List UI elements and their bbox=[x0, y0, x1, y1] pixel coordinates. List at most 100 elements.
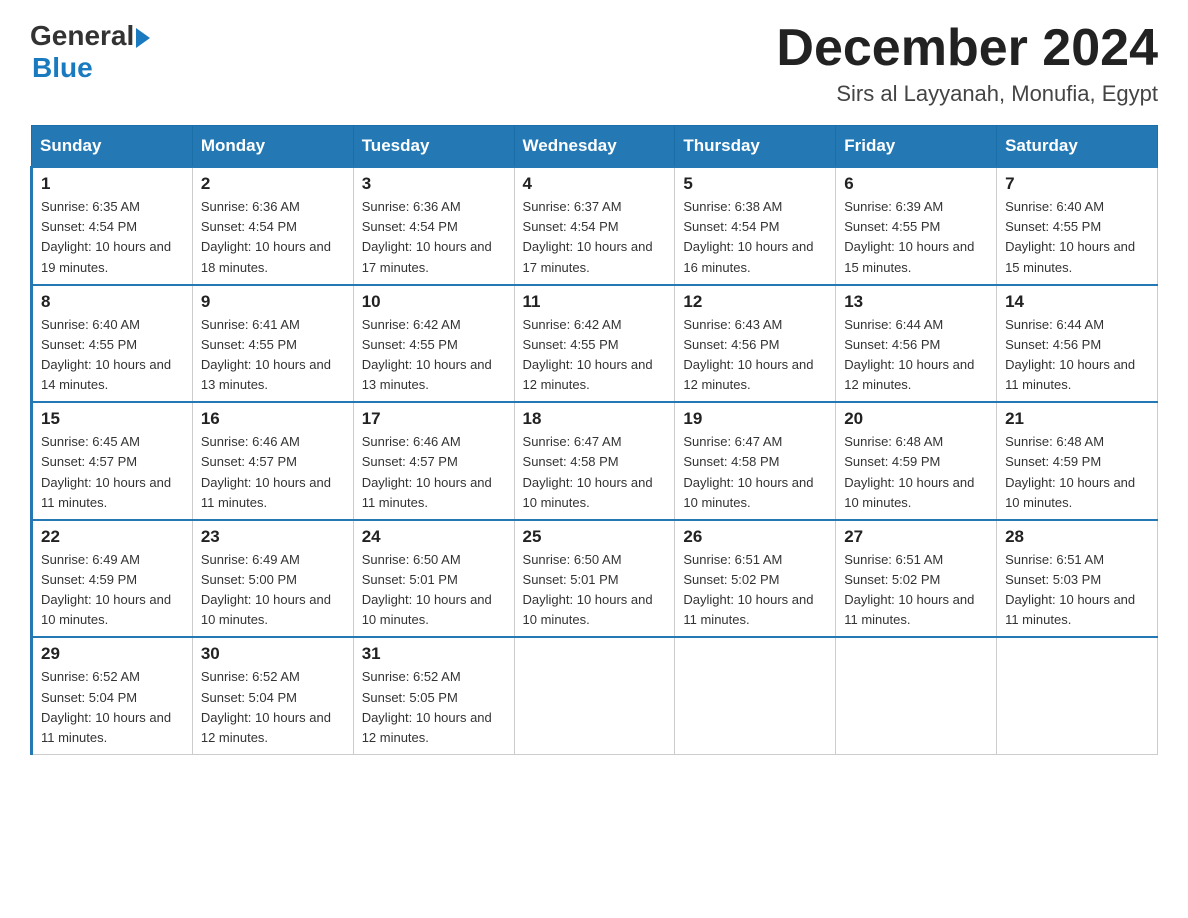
calendar-cell: 13 Sunrise: 6:44 AMSunset: 4:56 PMDaylig… bbox=[836, 285, 997, 403]
calendar-cell: 16 Sunrise: 6:46 AMSunset: 4:57 PMDaylig… bbox=[192, 402, 353, 520]
calendar-cell: 24 Sunrise: 6:50 AMSunset: 5:01 PMDaylig… bbox=[353, 520, 514, 638]
day-number: 28 bbox=[1005, 527, 1149, 547]
logo-general: General bbox=[30, 20, 134, 52]
day-number: 6 bbox=[844, 174, 988, 194]
calendar-cell: 10 Sunrise: 6:42 AMSunset: 4:55 PMDaylig… bbox=[353, 285, 514, 403]
calendar-cell: 31 Sunrise: 6:52 AMSunset: 5:05 PMDaylig… bbox=[353, 637, 514, 754]
calendar-cell: 11 Sunrise: 6:42 AMSunset: 4:55 PMDaylig… bbox=[514, 285, 675, 403]
day-number: 9 bbox=[201, 292, 345, 312]
day-info: Sunrise: 6:36 AMSunset: 4:54 PMDaylight:… bbox=[201, 199, 331, 274]
day-number: 8 bbox=[41, 292, 184, 312]
day-number: 5 bbox=[683, 174, 827, 194]
calendar-week-row: 1 Sunrise: 6:35 AMSunset: 4:54 PMDayligh… bbox=[32, 167, 1158, 285]
calendar-week-row: 8 Sunrise: 6:40 AMSunset: 4:55 PMDayligh… bbox=[32, 285, 1158, 403]
calendar-cell: 7 Sunrise: 6:40 AMSunset: 4:55 PMDayligh… bbox=[997, 167, 1158, 285]
day-info: Sunrise: 6:40 AMSunset: 4:55 PMDaylight:… bbox=[1005, 199, 1135, 274]
day-number: 1 bbox=[41, 174, 184, 194]
calendar-cell: 30 Sunrise: 6:52 AMSunset: 5:04 PMDaylig… bbox=[192, 637, 353, 754]
day-number: 17 bbox=[362, 409, 506, 429]
calendar-cell bbox=[675, 637, 836, 754]
calendar-week-row: 15 Sunrise: 6:45 AMSunset: 4:57 PMDaylig… bbox=[32, 402, 1158, 520]
day-number: 25 bbox=[523, 527, 667, 547]
day-number: 24 bbox=[362, 527, 506, 547]
column-header-monday: Monday bbox=[192, 126, 353, 168]
calendar-week-row: 29 Sunrise: 6:52 AMSunset: 5:04 PMDaylig… bbox=[32, 637, 1158, 754]
calendar-cell: 14 Sunrise: 6:44 AMSunset: 4:56 PMDaylig… bbox=[997, 285, 1158, 403]
calendar-cell: 17 Sunrise: 6:46 AMSunset: 4:57 PMDaylig… bbox=[353, 402, 514, 520]
day-number: 16 bbox=[201, 409, 345, 429]
day-number: 11 bbox=[523, 292, 667, 312]
day-info: Sunrise: 6:52 AMSunset: 5:04 PMDaylight:… bbox=[201, 669, 331, 744]
day-number: 7 bbox=[1005, 174, 1149, 194]
page-header: General Blue December 2024 Sirs al Layya… bbox=[30, 20, 1158, 107]
calendar-cell: 29 Sunrise: 6:52 AMSunset: 5:04 PMDaylig… bbox=[32, 637, 193, 754]
day-info: Sunrise: 6:50 AMSunset: 5:01 PMDaylight:… bbox=[523, 552, 653, 627]
calendar-cell: 21 Sunrise: 6:48 AMSunset: 4:59 PMDaylig… bbox=[997, 402, 1158, 520]
day-info: Sunrise: 6:44 AMSunset: 4:56 PMDaylight:… bbox=[1005, 317, 1135, 392]
day-number: 29 bbox=[41, 644, 184, 664]
day-info: Sunrise: 6:37 AMSunset: 4:54 PMDaylight:… bbox=[523, 199, 653, 274]
day-number: 19 bbox=[683, 409, 827, 429]
calendar-cell: 8 Sunrise: 6:40 AMSunset: 4:55 PMDayligh… bbox=[32, 285, 193, 403]
calendar-cell bbox=[836, 637, 997, 754]
calendar-cell: 26 Sunrise: 6:51 AMSunset: 5:02 PMDaylig… bbox=[675, 520, 836, 638]
calendar-week-row: 22 Sunrise: 6:49 AMSunset: 4:59 PMDaylig… bbox=[32, 520, 1158, 638]
column-header-sunday: Sunday bbox=[32, 126, 193, 168]
calendar-cell: 15 Sunrise: 6:45 AMSunset: 4:57 PMDaylig… bbox=[32, 402, 193, 520]
calendar-cell: 18 Sunrise: 6:47 AMSunset: 4:58 PMDaylig… bbox=[514, 402, 675, 520]
day-info: Sunrise: 6:50 AMSunset: 5:01 PMDaylight:… bbox=[362, 552, 492, 627]
day-number: 13 bbox=[844, 292, 988, 312]
calendar-cell: 5 Sunrise: 6:38 AMSunset: 4:54 PMDayligh… bbox=[675, 167, 836, 285]
calendar-cell: 1 Sunrise: 6:35 AMSunset: 4:54 PMDayligh… bbox=[32, 167, 193, 285]
day-info: Sunrise: 6:49 AMSunset: 5:00 PMDaylight:… bbox=[201, 552, 331, 627]
location-title: Sirs al Layyanah, Monufia, Egypt bbox=[776, 81, 1158, 107]
column-header-tuesday: Tuesday bbox=[353, 126, 514, 168]
column-header-saturday: Saturday bbox=[997, 126, 1158, 168]
logo-blue: Blue bbox=[32, 52, 150, 84]
calendar-cell: 22 Sunrise: 6:49 AMSunset: 4:59 PMDaylig… bbox=[32, 520, 193, 638]
calendar-cell: 20 Sunrise: 6:48 AMSunset: 4:59 PMDaylig… bbox=[836, 402, 997, 520]
calendar-cell: 28 Sunrise: 6:51 AMSunset: 5:03 PMDaylig… bbox=[997, 520, 1158, 638]
calendar-header-row: SundayMondayTuesdayWednesdayThursdayFrid… bbox=[32, 126, 1158, 168]
day-info: Sunrise: 6:47 AMSunset: 4:58 PMDaylight:… bbox=[683, 434, 813, 509]
month-title: December 2024 bbox=[776, 20, 1158, 77]
day-info: Sunrise: 6:48 AMSunset: 4:59 PMDaylight:… bbox=[1005, 434, 1135, 509]
logo-arrow-icon bbox=[136, 28, 150, 48]
day-number: 26 bbox=[683, 527, 827, 547]
column-header-wednesday: Wednesday bbox=[514, 126, 675, 168]
calendar-cell: 2 Sunrise: 6:36 AMSunset: 4:54 PMDayligh… bbox=[192, 167, 353, 285]
calendar-cell: 6 Sunrise: 6:39 AMSunset: 4:55 PMDayligh… bbox=[836, 167, 997, 285]
day-info: Sunrise: 6:48 AMSunset: 4:59 PMDaylight:… bbox=[844, 434, 974, 509]
day-info: Sunrise: 6:42 AMSunset: 4:55 PMDaylight:… bbox=[362, 317, 492, 392]
day-info: Sunrise: 6:36 AMSunset: 4:54 PMDaylight:… bbox=[362, 199, 492, 274]
day-number: 27 bbox=[844, 527, 988, 547]
column-header-thursday: Thursday bbox=[675, 126, 836, 168]
day-number: 22 bbox=[41, 527, 184, 547]
day-info: Sunrise: 6:47 AMSunset: 4:58 PMDaylight:… bbox=[523, 434, 653, 509]
calendar-cell: 3 Sunrise: 6:36 AMSunset: 4:54 PMDayligh… bbox=[353, 167, 514, 285]
day-info: Sunrise: 6:46 AMSunset: 4:57 PMDaylight:… bbox=[201, 434, 331, 509]
day-info: Sunrise: 6:49 AMSunset: 4:59 PMDaylight:… bbox=[41, 552, 171, 627]
day-info: Sunrise: 6:52 AMSunset: 5:05 PMDaylight:… bbox=[362, 669, 492, 744]
calendar-cell bbox=[514, 637, 675, 754]
day-number: 4 bbox=[523, 174, 667, 194]
day-number: 31 bbox=[362, 644, 506, 664]
day-info: Sunrise: 6:51 AMSunset: 5:02 PMDaylight:… bbox=[844, 552, 974, 627]
day-number: 2 bbox=[201, 174, 345, 194]
day-number: 21 bbox=[1005, 409, 1149, 429]
day-number: 18 bbox=[523, 409, 667, 429]
calendar-cell: 25 Sunrise: 6:50 AMSunset: 5:01 PMDaylig… bbox=[514, 520, 675, 638]
day-info: Sunrise: 6:44 AMSunset: 4:56 PMDaylight:… bbox=[844, 317, 974, 392]
day-info: Sunrise: 6:39 AMSunset: 4:55 PMDaylight:… bbox=[844, 199, 974, 274]
calendar-table: SundayMondayTuesdayWednesdayThursdayFrid… bbox=[30, 125, 1158, 755]
logo: General Blue bbox=[30, 20, 150, 84]
day-info: Sunrise: 6:52 AMSunset: 5:04 PMDaylight:… bbox=[41, 669, 171, 744]
day-number: 15 bbox=[41, 409, 184, 429]
day-number: 12 bbox=[683, 292, 827, 312]
day-info: Sunrise: 6:45 AMSunset: 4:57 PMDaylight:… bbox=[41, 434, 171, 509]
day-info: Sunrise: 6:38 AMSunset: 4:54 PMDaylight:… bbox=[683, 199, 813, 274]
day-number: 30 bbox=[201, 644, 345, 664]
day-number: 3 bbox=[362, 174, 506, 194]
calendar-cell: 23 Sunrise: 6:49 AMSunset: 5:00 PMDaylig… bbox=[192, 520, 353, 638]
day-info: Sunrise: 6:43 AMSunset: 4:56 PMDaylight:… bbox=[683, 317, 813, 392]
